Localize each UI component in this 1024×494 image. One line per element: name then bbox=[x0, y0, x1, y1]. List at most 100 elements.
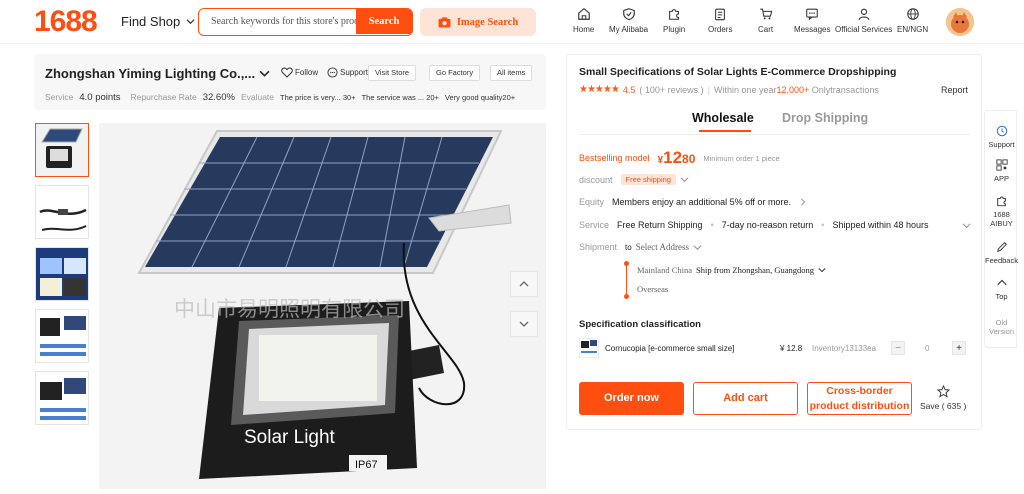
thumbnail-1[interactable] bbox=[35, 123, 89, 177]
select-address[interactable]: Select Address bbox=[636, 242, 689, 252]
product-illustration: Solar Light IP67 中山市易明照明有限公司 bbox=[99, 123, 546, 489]
globe-icon bbox=[906, 8, 919, 20]
go-factory-button[interactable]: Go Factory bbox=[429, 65, 481, 81]
thumbnail-image bbox=[36, 248, 88, 300]
chevron-down-icon bbox=[818, 268, 826, 273]
chevron-down-icon bbox=[962, 222, 971, 228]
gallery-up-button[interactable] bbox=[510, 271, 538, 297]
nav-language[interactable]: EN/NGN bbox=[897, 7, 928, 34]
search-button[interactable]: Search bbox=[356, 9, 412, 34]
min-order: Minimum order 1 piece bbox=[703, 153, 780, 163]
tab-active-underline bbox=[699, 130, 751, 132]
shop-name[interactable]: Zhongshan Yiming Lighting Co.,... bbox=[45, 66, 270, 81]
thumbnail-4[interactable] bbox=[35, 309, 89, 363]
spec-inventory: Inventory13133ea bbox=[812, 343, 877, 353]
thumbnail-2[interactable] bbox=[35, 185, 89, 239]
heart-plus-icon bbox=[281, 67, 293, 78]
main-product-image[interactable]: Solar Light IP67 中山市易明照明有限公司 bbox=[99, 123, 546, 489]
cross-border-button[interactable]: Cross-border product distribution bbox=[807, 382, 912, 415]
divider bbox=[579, 134, 971, 135]
save-button[interactable]: Save ( 635 ) bbox=[920, 385, 966, 411]
bestselling-label: Bestselling model bbox=[579, 153, 650, 163]
thumbnail-image bbox=[36, 310, 88, 362]
camera-icon bbox=[438, 16, 451, 28]
nav-messages[interactable]: Messages bbox=[794, 7, 830, 34]
ship-origin[interactable]: Mainland China Ship from Zhongshan, Guan… bbox=[637, 265, 826, 275]
find-shop-dropdown[interactable]: Find Shop bbox=[121, 14, 195, 29]
sidebar-aibuy[interactable]: 1688 AIBUY bbox=[985, 195, 1018, 228]
nav-orders[interactable]: Orders bbox=[708, 7, 732, 34]
evaluate-tag[interactable]: The price is very... 30+ bbox=[280, 93, 356, 102]
nav-official-services[interactable]: Official Services bbox=[835, 7, 892, 34]
report-link[interactable]: Report bbox=[941, 85, 968, 95]
top-header: 1688 Find Shop Search Image Search Home … bbox=[0, 0, 1024, 44]
route-line bbox=[626, 263, 627, 297]
repurchase-rate: 32.60% bbox=[202, 92, 235, 103]
nav-plugin[interactable]: Plugin bbox=[663, 7, 685, 34]
thumbnail-3[interactable] bbox=[35, 247, 89, 301]
floating-sidebar: Support APP 1688 AIBUY Feedback Top Old … bbox=[984, 110, 1018, 348]
shop-stats: Service 4.0 points Repurchase Rate 32.60… bbox=[45, 92, 516, 103]
gallery-down-button[interactable] bbox=[510, 311, 538, 337]
logo[interactable]: 1688 bbox=[34, 5, 98, 39]
review-count[interactable]: ( 100+ reviews ) bbox=[639, 85, 703, 95]
nav-my-alibaba[interactable]: My Alibaba bbox=[609, 7, 648, 34]
thumbnail-image bbox=[36, 124, 88, 176]
nav-cart[interactable]: Cart bbox=[758, 7, 773, 34]
rating-stars: ★★★★★ bbox=[579, 84, 620, 95]
spec-price: ¥ 12.8 bbox=[780, 343, 803, 353]
thumbnail-5[interactable] bbox=[35, 371, 89, 425]
qty-decrease-button[interactable]: − bbox=[891, 341, 905, 355]
evaluate-tag[interactable]: The service was ... 20+ bbox=[362, 93, 439, 102]
product-detail-panel: Small Specifications of Solar Lights E-C… bbox=[566, 54, 982, 430]
all-items-button[interactable]: All items bbox=[490, 65, 533, 81]
nav-home[interactable]: Home bbox=[573, 7, 594, 34]
chevron-up-icon bbox=[519, 281, 529, 287]
tab-drop-shipping[interactable]: Drop Shipping bbox=[782, 111, 868, 125]
rating-score: 4.5 bbox=[622, 84, 636, 95]
shop-info-bar: Zhongshan Yiming Lighting Co.,... Follow… bbox=[34, 54, 546, 110]
support-button[interactable]: Support bbox=[327, 67, 368, 78]
qty-value[interactable]: 0 bbox=[925, 344, 929, 353]
search-box: Search bbox=[198, 8, 413, 36]
sidebar-feedback[interactable]: Feedback bbox=[985, 241, 1018, 265]
qty-increase-button[interactable]: + bbox=[952, 341, 966, 355]
chevron-down-icon[interactable] bbox=[680, 175, 689, 184]
free-shipping-badge: Free shipping bbox=[620, 174, 676, 185]
search-input[interactable] bbox=[211, 9, 356, 34]
chevron-down-icon bbox=[186, 19, 195, 25]
home-icon bbox=[577, 8, 590, 20]
spec-name: Cornucopia [e-commerce small size] bbox=[605, 343, 735, 353]
sidebar-old-version[interactable]: Old Version bbox=[985, 318, 1018, 336]
puzzle-icon bbox=[669, 9, 680, 20]
shipment-row: Shipment to Select Address bbox=[579, 242, 702, 252]
sidebar-app[interactable]: APP bbox=[985, 159, 1018, 183]
avatar[interactable] bbox=[946, 8, 974, 36]
cart-icon bbox=[759, 8, 772, 20]
image-search-label: Image Search bbox=[456, 16, 519, 28]
spec-title: Specification classification bbox=[579, 319, 701, 330]
sidebar-top[interactable]: Top bbox=[985, 277, 1018, 301]
watermark-text: 中山市易明照明有限公司 bbox=[174, 297, 405, 321]
product-title: Small Specifications of Solar Lights E-C… bbox=[579, 66, 897, 78]
rating-row: ★★★★★ 4.5 ( 100+ reviews ) | Within one … bbox=[579, 84, 879, 95]
spec-thumbnail[interactable] bbox=[579, 338, 599, 358]
chevron-down-icon bbox=[519, 321, 529, 327]
equity-row[interactable]: Equity Members enjoy an additional 5% of… bbox=[579, 197, 807, 207]
support-chat-icon bbox=[327, 67, 338, 78]
transactions: Within one year12,000+ Onlytransactions bbox=[713, 84, 879, 95]
tab-wholesale[interactable]: Wholesale bbox=[692, 111, 754, 125]
order-now-button[interactable]: Order now bbox=[579, 382, 684, 415]
image-search-button[interactable]: Image Search bbox=[420, 8, 536, 36]
route-dot bbox=[624, 294, 629, 299]
equity-text: Members enjoy an additional 5% off or mo… bbox=[612, 197, 791, 207]
route-dot bbox=[624, 261, 629, 266]
visit-store-button[interactable]: Visit Store bbox=[368, 65, 417, 81]
evaluate-tag[interactable]: Very good quality20+ bbox=[445, 93, 515, 102]
add-cart-button[interactable]: Add cart bbox=[693, 382, 798, 415]
service-row[interactable]: Service Free Return Shipping • 7-day no-… bbox=[579, 220, 971, 230]
follow-button[interactable]: Follow bbox=[281, 67, 318, 78]
spec-option-row: Cornucopia [e-commerce small size] ¥ 12.… bbox=[579, 337, 971, 359]
ip67-text: IP67 bbox=[355, 459, 378, 471]
sidebar-support[interactable]: Support bbox=[985, 125, 1018, 149]
